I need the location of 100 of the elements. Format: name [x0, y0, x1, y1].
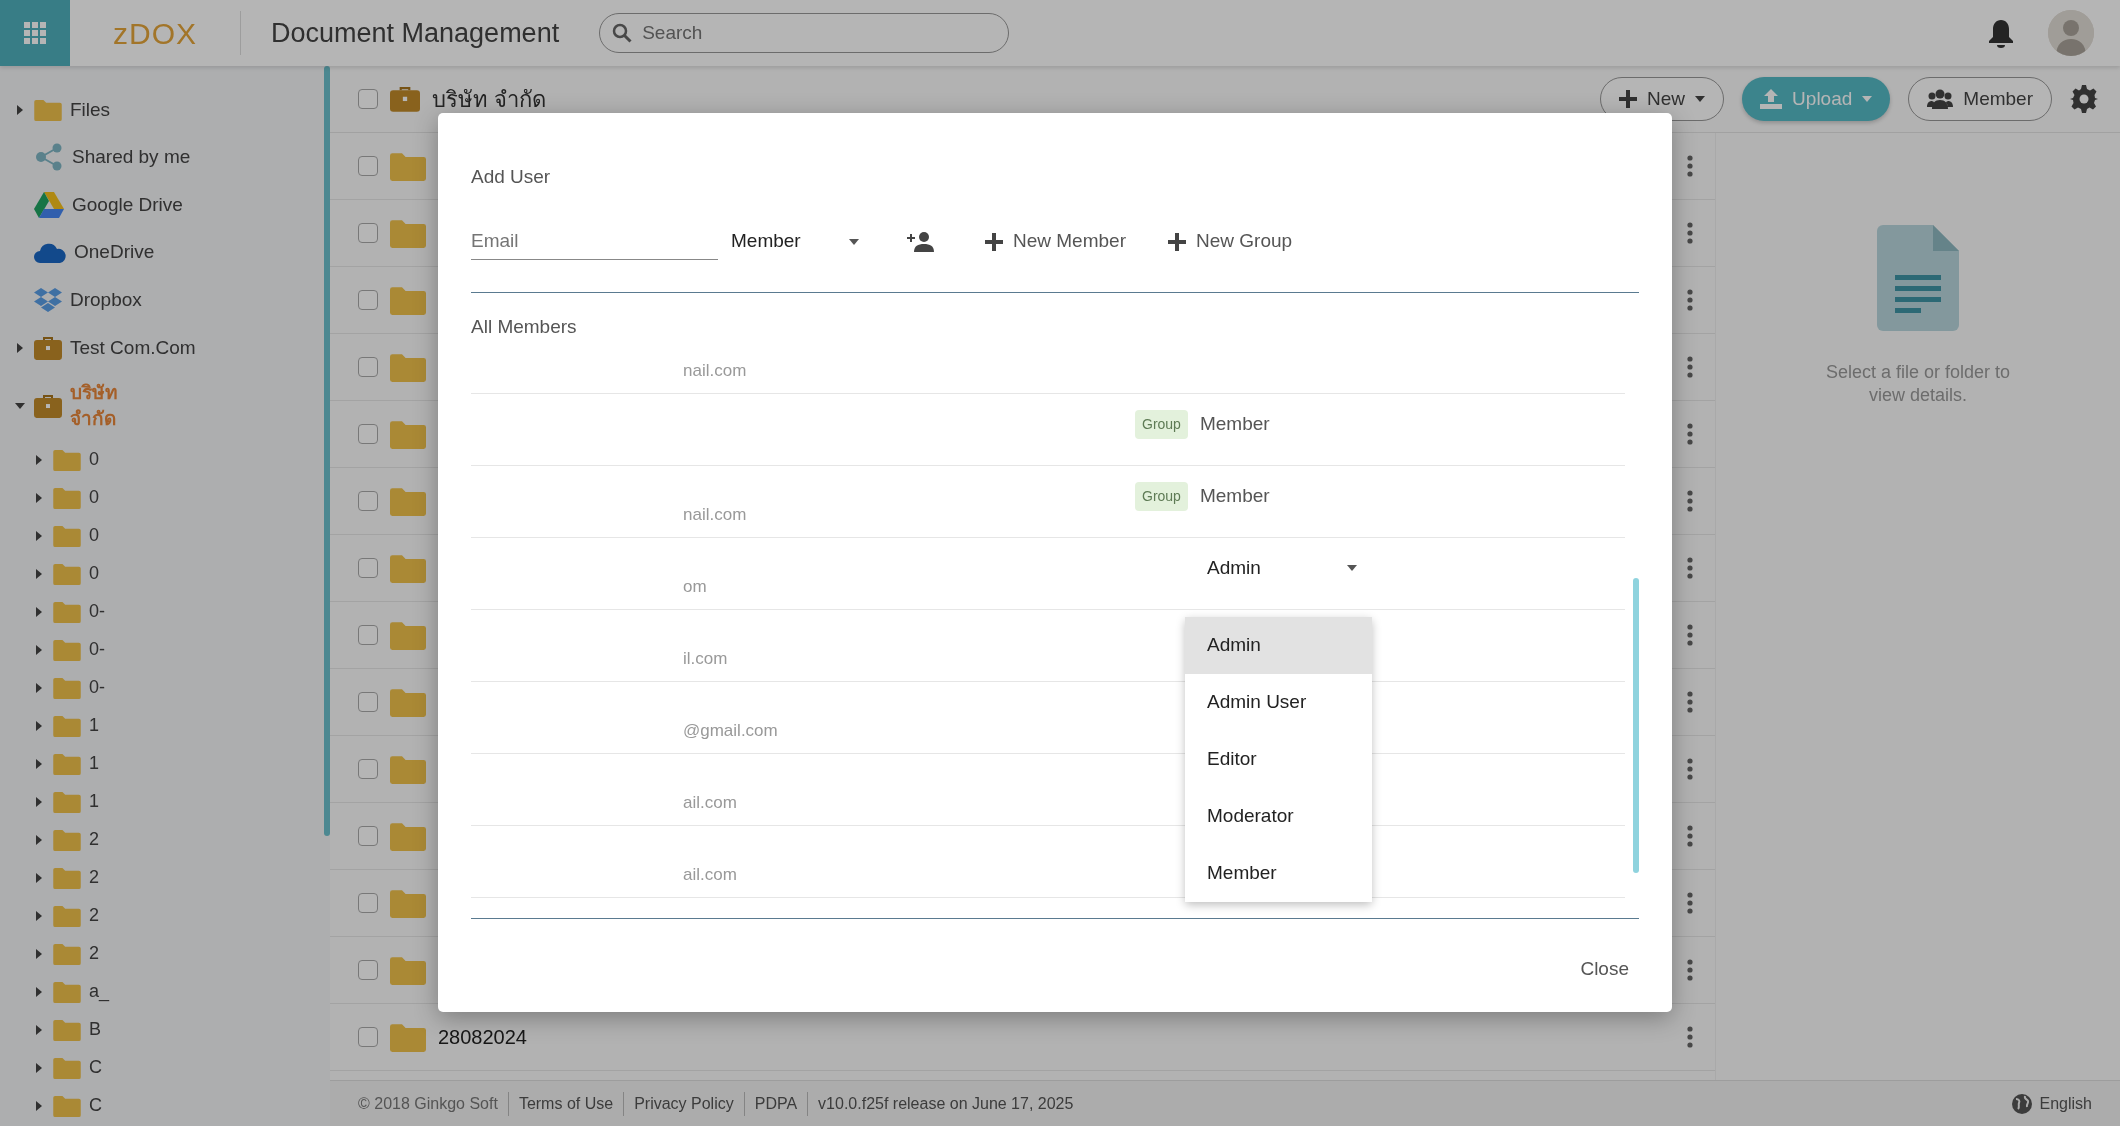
sidebar-item[interactable]: 0-	[0, 592, 324, 631]
folder-icon	[53, 904, 81, 927]
folder-icon	[53, 714, 81, 737]
sidebar-item[interactable]: Shared by me	[0, 133, 324, 182]
more-icon[interactable]	[1687, 959, 1693, 981]
more-icon[interactable]	[1687, 289, 1693, 311]
footer-link[interactable]: PDPA	[754, 1094, 798, 1112]
folder-name[interactable]: 28082024	[438, 1022, 527, 1052]
checkbox[interactable]	[358, 89, 378, 109]
checkbox[interactable]	[358, 290, 378, 310]
cloud-icon	[34, 242, 66, 263]
app-title: Document Management	[271, 16, 560, 50]
more-icon[interactable]	[1687, 155, 1693, 177]
caret-right-icon	[36, 492, 42, 503]
sidebar-item[interactable]: C	[0, 1086, 324, 1125]
more-icon[interactable]	[1687, 624, 1693, 646]
checkbox[interactable]	[358, 424, 378, 444]
checkbox[interactable]	[358, 759, 378, 779]
briefcase-icon	[34, 394, 62, 419]
more-icon[interactable]	[1687, 691, 1693, 713]
caret-right-icon	[36, 834, 42, 845]
more-icon[interactable]	[1687, 423, 1693, 445]
sidebar-item[interactable]: B	[0, 1010, 324, 1049]
globe-icon	[2011, 1093, 2032, 1114]
people-icon	[1927, 89, 1954, 109]
settings-icon[interactable]	[2070, 85, 2098, 113]
sidebar-item[interactable]: 2	[0, 858, 324, 897]
sidebar-item[interactable]: a_	[0, 972, 324, 1011]
avatar[interactable]	[2048, 10, 2094, 56]
toolbar-button[interactable]: New	[1600, 77, 1725, 121]
sidebar-item[interactable]: 2	[0, 896, 324, 935]
footer-link[interactable]: Terms of Use	[518, 1094, 614, 1112]
more-icon[interactable]	[1687, 356, 1693, 378]
member-email: ail.com	[683, 791, 737, 814]
folder-icon	[53, 1094, 81, 1117]
caret-right-icon	[36, 796, 42, 807]
folder-icon	[53, 790, 81, 813]
sidebar-item[interactable]: Google Drive	[0, 181, 324, 229]
sidebar-item[interactable]: C	[0, 1048, 324, 1087]
dialog-title: Add User	[471, 165, 552, 189]
folder-icon	[390, 553, 426, 583]
group-tag: Group	[1135, 481, 1188, 511]
more-icon[interactable]	[1687, 222, 1693, 244]
caret-down-icon	[15, 403, 25, 410]
sidebar-item[interactable]: 1	[0, 744, 324, 783]
grid-icon	[24, 22, 46, 44]
caret-right-icon	[36, 720, 42, 731]
add-user-icon[interactable]	[907, 231, 935, 252]
sidebar-item[interactable]: Test Com.Com	[0, 323, 324, 372]
menu-item[interactable]: Admin	[1185, 617, 1372, 674]
sidebar-item[interactable]: 0	[0, 516, 324, 555]
sidebar-item[interactable]: 0-	[0, 668, 324, 707]
sidebar-item[interactable]: 0	[0, 440, 324, 479]
checkbox[interactable]	[358, 960, 378, 980]
sidebar-item[interactable]: 1	[0, 706, 324, 745]
more-icon[interactable]	[1687, 1026, 1693, 1048]
checkbox[interactable]	[358, 826, 378, 846]
sidebar-item[interactable]: Files	[0, 86, 324, 134]
more-icon[interactable]	[1687, 557, 1693, 579]
sidebar-item[interactable]: OneDrive	[0, 228, 324, 277]
checkbox[interactable]	[358, 491, 378, 511]
bell-icon[interactable]	[1988, 18, 2014, 48]
folder-icon	[390, 754, 426, 784]
checkbox[interactable]	[358, 558, 378, 578]
sidebar-item[interactable]: 1	[0, 782, 324, 821]
sidebar-item[interactable]: 0-	[0, 630, 324, 669]
menu-item[interactable]: Moderator	[1185, 788, 1372, 845]
sidebar-item[interactable]: 2	[0, 934, 324, 973]
sidebar-item[interactable]: Dropbox	[0, 276, 324, 324]
checkbox[interactable]	[358, 692, 378, 712]
checkbox[interactable]	[358, 223, 378, 243]
more-icon[interactable]	[1687, 825, 1693, 847]
menu-item[interactable]: Admin User	[1185, 674, 1372, 731]
caret-right-icon	[36, 644, 42, 655]
more-icon[interactable]	[1687, 758, 1693, 780]
scrollbar-thumb[interactable]	[324, 66, 330, 836]
checkbox[interactable]	[358, 1027, 378, 1047]
member-email: nail.com	[683, 359, 747, 382]
toolbar-button[interactable]: Member	[1908, 77, 2052, 121]
language-link[interactable]: English	[2011, 1091, 2092, 1116]
sidebar-item[interactable]: 2	[0, 820, 324, 859]
folder-icon	[53, 448, 81, 471]
apps-menu-button[interactable]	[0, 0, 70, 66]
section-title: All Members	[471, 314, 578, 339]
menu-item[interactable]: Editor	[1185, 731, 1372, 788]
folder-icon	[390, 1022, 426, 1052]
scrollbar-thumb[interactable]	[1633, 578, 1639, 873]
document-icon	[1877, 225, 1959, 331]
checkbox[interactable]	[358, 357, 378, 377]
checkbox[interactable]	[358, 625, 378, 645]
sidebar-item[interactable]: 0	[0, 554, 324, 593]
checkbox[interactable]	[358, 893, 378, 913]
sidebar-item[interactable]: 0	[0, 478, 324, 517]
member-email: om	[683, 575, 707, 598]
footer-link[interactable]: Privacy Policy	[634, 1094, 734, 1112]
search-field[interactable]: Search	[599, 13, 1010, 53]
checkbox[interactable]	[358, 156, 378, 176]
more-icon[interactable]	[1687, 490, 1693, 512]
menu-item[interactable]: Member	[1185, 845, 1372, 902]
more-icon[interactable]	[1687, 892, 1693, 914]
